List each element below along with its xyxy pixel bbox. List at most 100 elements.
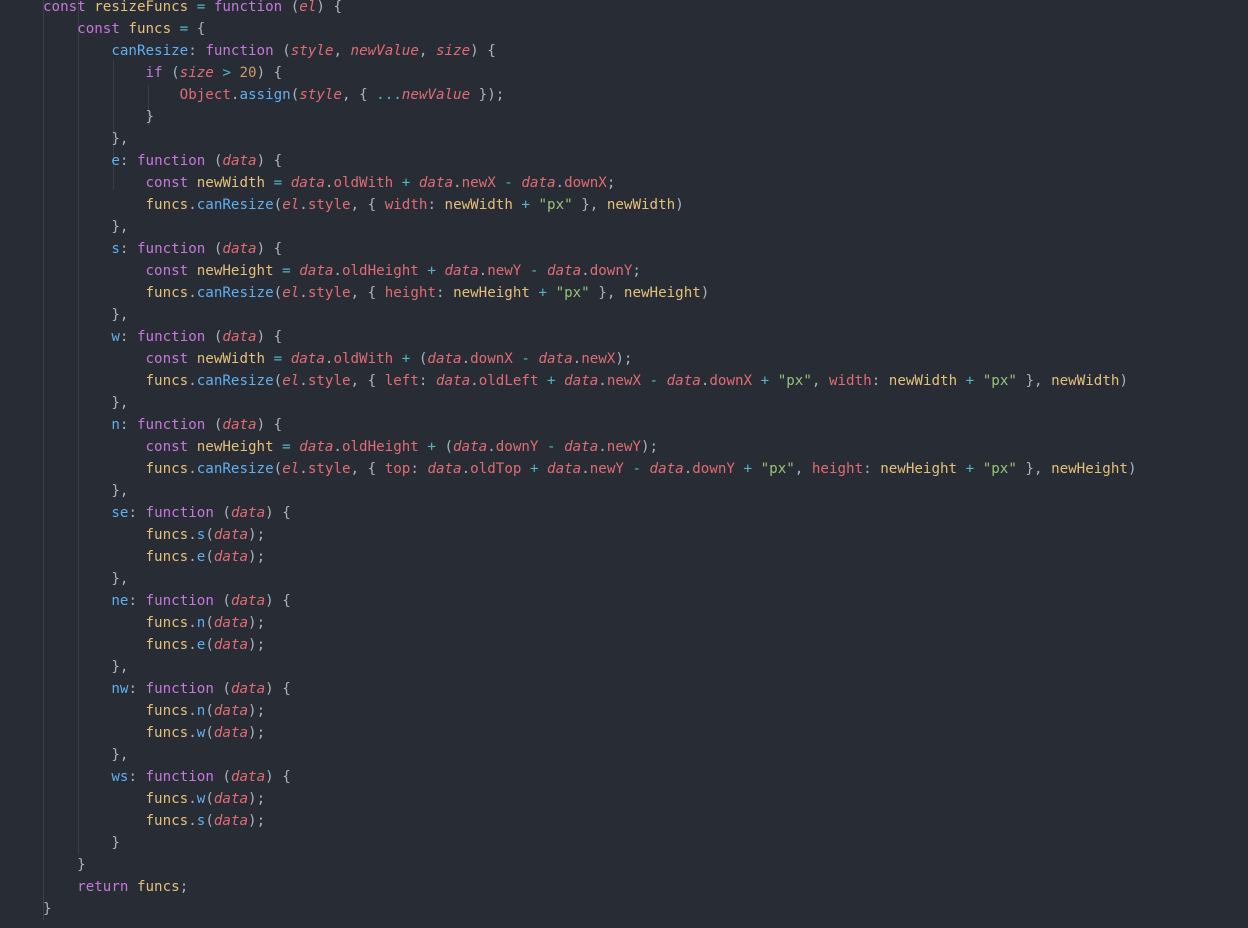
token-punctuation: }, <box>111 395 129 411</box>
token-property: newY <box>589 461 624 477</box>
code-line[interactable]: canResize: function (style, newValue, si… <box>43 40 1136 62</box>
token-punctuation: . <box>188 813 197 829</box>
token-function-name: s <box>111 241 120 257</box>
token-punctuation: ) <box>1127 461 1137 477</box>
token-keyword: if <box>145 65 172 81</box>
code-line[interactable]: const newWidth = data.oldWith + (data.do… <box>43 348 1136 370</box>
token-punctuation: ; <box>632 263 641 279</box>
code-line[interactable]: n: function (data) { <box>43 414 1136 436</box>
code-line[interactable]: se: function (data) { <box>43 502 1136 524</box>
code-line[interactable]: funcs.w(data); <box>43 722 1136 744</box>
code-line[interactable]: if (size > 20) { <box>43 62 1136 84</box>
code-line[interactable]: funcs.s(data); <box>43 810 1136 832</box>
code-line[interactable]: funcs.n(data); <box>43 612 1136 634</box>
code-line[interactable]: }, <box>43 216 1136 238</box>
code-line[interactable]: }, <box>43 304 1136 326</box>
code-line[interactable]: }, <box>43 744 1136 766</box>
token-identifier: resizeFuncs <box>94 0 189 15</box>
token-punctuation: : <box>863 461 881 477</box>
token-punctuation: ) { <box>256 417 283 433</box>
code-line[interactable]: } <box>43 106 1136 128</box>
token-operator: - <box>538 439 565 455</box>
code-line[interactable]: }, <box>43 392 1136 414</box>
token-punctuation: : <box>119 241 137 257</box>
code-line[interactable]: } <box>43 832 1136 854</box>
token-punctuation: ( <box>222 593 231 609</box>
code-line[interactable]: } <box>43 854 1136 876</box>
token-punctuation: . <box>461 461 471 477</box>
code-line[interactable]: funcs.canResize(el.style, { width: newWi… <box>43 194 1136 216</box>
token-function-name: canResize <box>196 373 274 389</box>
code-line[interactable]: return funcs; <box>43 876 1136 898</box>
token-parameter: data <box>435 373 471 389</box>
code-line[interactable]: s: function (data) { <box>43 238 1136 260</box>
token-parameter: data <box>222 241 257 257</box>
code-line[interactable]: const newHeight = data.oldHeight + (data… <box>43 436 1136 458</box>
token-punctuation: }, <box>111 219 129 235</box>
token-function-name: e <box>111 153 120 169</box>
code-line[interactable]: w: function (data) { <box>43 326 1136 348</box>
code-line[interactable]: }, <box>43 656 1136 678</box>
code-line[interactable]: Object.assign(style, { ...newValue }); <box>43 84 1136 106</box>
code-editor[interactable]: const resizeFuncs = function (el) { cons… <box>0 0 1248 928</box>
code-line[interactable]: } <box>43 898 1136 920</box>
code-line[interactable]: funcs.s(data); <box>43 524 1136 546</box>
token-punctuation: : <box>188 43 206 59</box>
code-line[interactable]: }, <box>43 128 1136 150</box>
token-keyword: function <box>136 153 214 169</box>
token-parameter: data <box>213 813 249 829</box>
token-function-name: w <box>111 329 120 345</box>
token-punctuation: } <box>77 857 86 873</box>
code-line[interactable]: }, <box>43 480 1136 502</box>
code-line[interactable]: const funcs = { <box>43 18 1136 40</box>
token-identifier: funcs <box>136 879 180 895</box>
code-line[interactable]: funcs.e(data); <box>43 546 1136 568</box>
code-line[interactable]: const newHeight = data.oldHeight + data.… <box>43 260 1136 282</box>
code-line[interactable]: }, <box>43 568 1136 590</box>
token-punctuation: ( <box>205 549 214 565</box>
token-operator: + <box>957 373 983 389</box>
code-line[interactable]: e: function (data) { <box>43 150 1136 172</box>
code-line[interactable]: funcs.canResize(el.style, { left: data.o… <box>43 370 1136 392</box>
token-indent-whitespace <box>43 461 146 477</box>
token-indent-whitespace <box>43 65 146 81</box>
token-parameter: data <box>213 791 249 807</box>
code-line[interactable]: funcs.canResize(el.style, { height: newH… <box>43 282 1136 304</box>
token-parameter: data <box>222 329 257 345</box>
token-parameter: data <box>290 351 325 367</box>
token-indent-whitespace <box>43 109 146 125</box>
token-punctuation: ); <box>248 637 266 653</box>
code-line[interactable]: funcs.e(data); <box>43 634 1136 656</box>
code-line[interactable]: funcs.n(data); <box>43 700 1136 722</box>
token-identifier: funcs <box>145 637 189 653</box>
token-punctuation: }, <box>111 571 129 587</box>
token-punctuation: . <box>461 351 471 367</box>
token-operator: > <box>213 65 240 81</box>
code-line[interactable]: funcs.canResize(el.style, { top: data.ol… <box>43 458 1137 480</box>
code-line[interactable]: const resizeFuncs = function (el) { <box>43 0 1136 18</box>
token-punctuation: , { <box>350 373 385 389</box>
token-parameter: data <box>230 593 266 609</box>
token-operator: = <box>273 263 300 279</box>
token-parameter: data <box>213 637 249 653</box>
token-parameter: data <box>521 175 556 191</box>
token-punctuation: . <box>188 549 197 565</box>
token-identifier: funcs <box>145 373 189 389</box>
token-property: newY <box>606 439 641 455</box>
code-line[interactable]: nw: function (data) { <box>43 678 1136 700</box>
token-property: downX <box>709 373 753 389</box>
code-line[interactable]: funcs.w(data); <box>43 788 1136 810</box>
token-property: newY <box>487 263 522 279</box>
token-identifier: newWidth <box>606 197 676 213</box>
token-operator: = <box>273 439 300 455</box>
code-line[interactable]: ws: function (data) { <box>43 766 1136 788</box>
token-property: left <box>384 373 419 389</box>
token-function-name: canResize <box>196 197 274 213</box>
token-indent-whitespace <box>43 593 111 609</box>
code-line[interactable]: const newWidth = data.oldWith + data.new… <box>43 172 1136 194</box>
token-indent-whitespace <box>43 637 146 653</box>
code-line[interactable]: ne: function (data) { <box>43 590 1136 612</box>
token-punctuation: }, <box>111 747 129 763</box>
token-punctuation: ) { <box>256 153 283 169</box>
token-punctuation: } <box>111 835 120 851</box>
